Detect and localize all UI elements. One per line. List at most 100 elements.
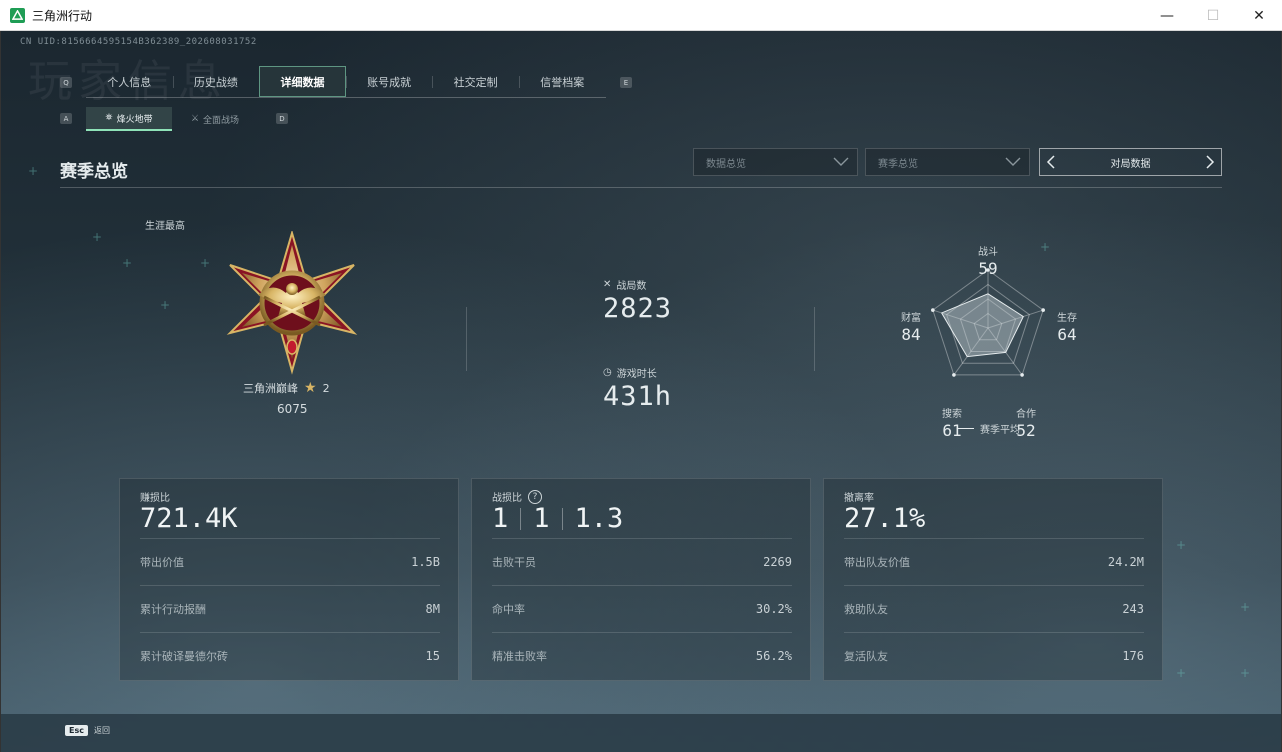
- row-value: 176: [1122, 649, 1144, 663]
- window-border: [0, 31, 1, 752]
- row-value: 8M: [425, 602, 440, 616]
- dropdown-value: 数据总览: [706, 158, 746, 170]
- tab-achievements[interactable]: 账号成就: [345, 66, 433, 97]
- radar-axis-label: 搜索: [942, 407, 962, 420]
- row-value: 15: [425, 649, 440, 663]
- tab-next-key[interactable]: E: [620, 77, 632, 88]
- row-value: 24.2M: [1107, 555, 1144, 569]
- esc-key-icon: Esc: [65, 725, 88, 736]
- kd-card: 战损比 ? 1 1 1.3 击败干员 2269 命中率 30.2% 精准击败率 56.…: [471, 478, 811, 681]
- fire-zone-icon: ⛯: [105, 113, 113, 123]
- row-value: 243: [1122, 602, 1144, 616]
- separator: [561, 507, 563, 530]
- chevron-down-icon: [833, 157, 849, 166]
- player-uid: CN UID:8156664595154B362389_202608031752: [20, 37, 257, 47]
- kd-value-1: 1: [492, 503, 509, 534]
- decor-cross-icon: +: [1176, 538, 1187, 552]
- extraction-card: 撤离率 27.1% 带出队友价值 24.2M 救助队友 243 复活队友 176: [823, 478, 1163, 681]
- match-data-pager: 对局数据: [1039, 148, 1222, 176]
- radar-axis-label: 财富: [901, 311, 921, 324]
- tab-prev-key[interactable]: Q: [60, 77, 72, 88]
- maximize-button[interactable]: ☐: [1190, 0, 1236, 31]
- main-tabs: 个人信息 历史战绩 详细数据 账号成就 社交定制 信誉档案: [86, 66, 606, 98]
- subtab-fire-zone[interactable]: ⛯ 烽火地带: [86, 107, 172, 131]
- card-row: 命中率 30.2%: [492, 585, 792, 632]
- decor-cross-icon: +: [1240, 600, 1251, 614]
- tab-reputation[interactable]: 信誉档案: [518, 66, 606, 97]
- radar-vertex-dot: [952, 373, 956, 377]
- radar-value-area: [940, 293, 1024, 358]
- crossed-swords-icon: ✕: [603, 279, 612, 290]
- radar-axis-value: 84: [901, 325, 920, 344]
- rank-row: 三角洲巅峰 ★ 2: [243, 380, 330, 396]
- radar-axis-value: 64: [1057, 325, 1076, 344]
- career-best-label: 生涯最高: [145, 221, 185, 232]
- radar-legend: 赛季平均: [958, 421, 1020, 436]
- pager-label: 对局数据: [1110, 158, 1151, 170]
- row-label: 复活队友: [844, 650, 888, 663]
- legend-label: 赛季平均: [980, 425, 1020, 436]
- decor-cross-icon: +: [160, 298, 171, 312]
- card-label: 撤离率: [844, 489, 874, 504]
- card-label-text: 赚损比: [140, 493, 170, 504]
- extraction-rate-value: 27.1%: [844, 503, 926, 534]
- tab-history[interactable]: 历史战绩: [172, 66, 260, 97]
- subtab-next-key[interactable]: D: [276, 113, 288, 124]
- divider: [466, 307, 467, 371]
- window-title: 三角洲行动: [32, 8, 93, 23]
- radar-vertex-dot: [1041, 308, 1045, 312]
- chevron-left-icon[interactable]: [1046, 155, 1056, 169]
- chevron-right-icon[interactable]: [1205, 155, 1215, 169]
- minimize-button[interactable]: —: [1144, 0, 1190, 31]
- rank-medal-icon: [226, 231, 358, 375]
- separator: [520, 507, 522, 530]
- radar-vertex-dot: [1020, 373, 1024, 377]
- decor-cross-icon: +: [200, 256, 211, 270]
- tab-detailed-stats[interactable]: 详细数据: [259, 66, 346, 97]
- card-row: 累计行动报酬 8M: [140, 585, 440, 632]
- subtab-battlefield[interactable]: ⚔ 全面战场: [172, 107, 258, 131]
- rank-stars: 2: [322, 381, 330, 395]
- row-label: 击败干员: [492, 556, 536, 569]
- subtab-label: 全面战场: [203, 115, 240, 126]
- tab-social[interactable]: 社交定制: [432, 66, 519, 97]
- card-row: 救助队友 243: [844, 585, 1144, 632]
- subtab-label: 烽火地带: [116, 114, 153, 125]
- battlefield-icon: ⚔: [190, 114, 200, 124]
- radar-vertex-dot: [931, 308, 935, 312]
- radar-axis-value: 59: [978, 259, 997, 278]
- decor-cross-icon: +: [28, 164, 39, 178]
- app-logo-icon: [10, 7, 25, 23]
- star-icon: ★: [304, 380, 317, 396]
- ability-radar-chart: 战斗59生存64合作52搜索61财富84: [901, 246, 1077, 440]
- section-title: 赛季总览: [60, 162, 128, 182]
- decor-cross-icon: +: [122, 256, 133, 270]
- playtime-label-text: 游戏时长: [616, 369, 657, 380]
- profit-card: 赚损比 721.4K 带出价值 1.5B 累计行动报酬 8M 累计破译曼德尔砖 15: [119, 478, 459, 681]
- row-label: 带出队友价值: [844, 556, 910, 569]
- close-button[interactable]: ✕: [1236, 0, 1282, 31]
- matches-label: ✕ 战局数: [603, 277, 646, 292]
- help-icon[interactable]: ?: [528, 489, 542, 504]
- data-type-dropdown[interactable]: 数据总览: [693, 148, 858, 176]
- tab-profile[interactable]: 个人信息: [86, 66, 173, 97]
- matches-value: 2823: [603, 293, 673, 324]
- window-titlebar: 三角洲行动 — ☐ ✕: [0, 0, 1282, 31]
- radar-axis-label: 合作: [1016, 407, 1036, 420]
- season-dropdown[interactable]: 赛季总览: [865, 148, 1030, 176]
- radar-axis-label: 战斗: [978, 246, 998, 258]
- card-label: 赚损比: [140, 489, 170, 504]
- row-label: 命中率: [492, 603, 525, 616]
- back-button[interactable]: Esc 返回: [65, 725, 110, 736]
- decor-cross-icon: +: [92, 230, 103, 244]
- playtime-label: ◷ 游戏时长: [603, 365, 657, 380]
- card-row: 累计破译曼德尔砖 15: [140, 632, 440, 679]
- decor-cross-icon: +: [1240, 666, 1251, 680]
- mode-subtabs: ⛯ 烽火地带 ⚔ 全面战场: [86, 107, 258, 131]
- card-row: 精准击败率 56.2%: [492, 632, 792, 679]
- card-row: 带出队友价值 24.2M: [844, 538, 1144, 585]
- subtab-prev-key[interactable]: A: [60, 113, 72, 124]
- card-label-text: 战损比: [492, 493, 522, 504]
- card-row: 复活队友 176: [844, 632, 1144, 679]
- card-row: 击败干员 2269: [492, 538, 792, 585]
